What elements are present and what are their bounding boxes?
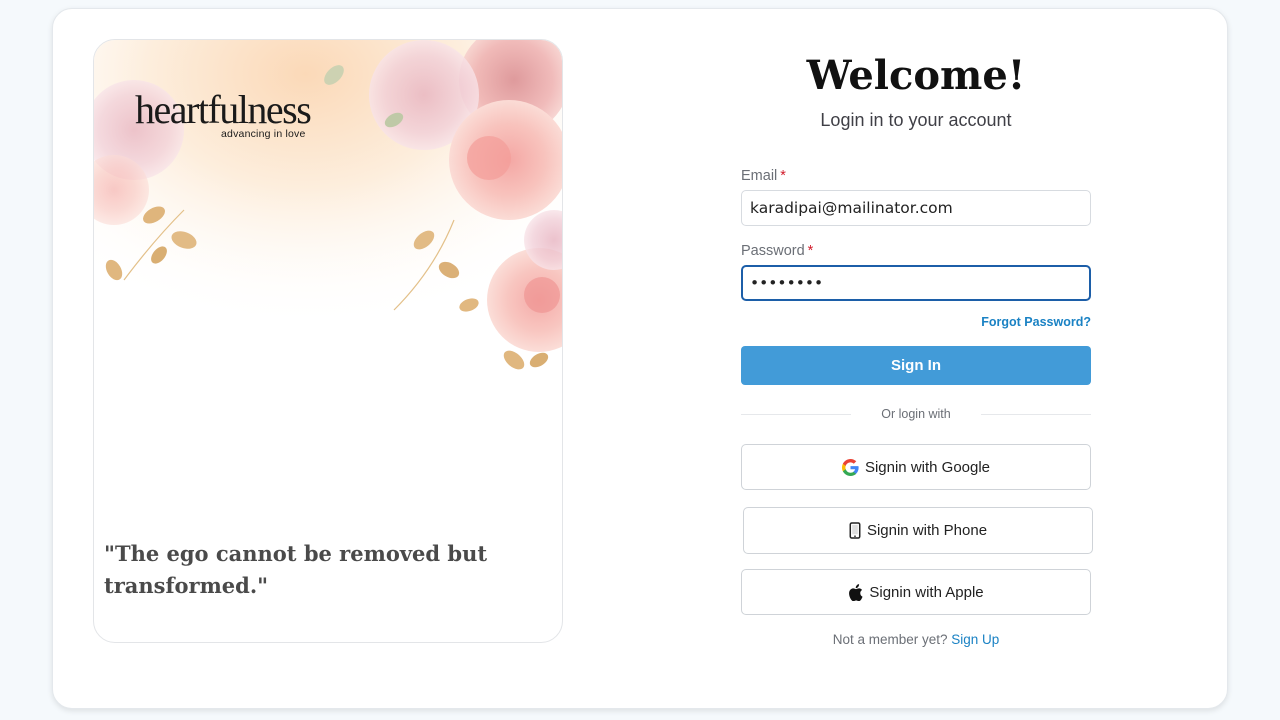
logo-wordmark: heartfulness (135, 87, 312, 132)
login-form: Welcome! Login in to your account Email *… (741, 49, 1093, 647)
apple-logo-icon (848, 583, 863, 601)
google-button-label: Signin with Google (864, 458, 991, 476)
password-label: Password * (741, 242, 1091, 260)
phone-button-label: Signin with Phone (866, 522, 988, 539)
password-field-group: Password * (741, 242, 1091, 301)
password-input[interactable] (741, 265, 1091, 301)
sign-up-link[interactable]: Sign Up (951, 632, 999, 647)
hero-panel: heartfulness advancing in love "The ego … (93, 39, 563, 643)
required-marker: * (807, 243, 814, 259)
signup-prompt-text: Not a member yet? (832, 632, 948, 647)
page-subtitle: Login in to your account (820, 110, 1012, 130)
password-label-text: Password (741, 243, 805, 259)
apple-button-label: Signin with Apple (869, 583, 984, 601)
email-field-group: Email * (741, 167, 1091, 226)
signin-google-button[interactable]: Signin with Google (741, 444, 1091, 490)
heartfulness-logo: heartfulness advancing in love (135, 87, 325, 141)
or-login-divider: Or login with (741, 406, 1091, 422)
page-title: Welcome! (806, 52, 1026, 99)
signin-apple-button[interactable]: Signin with Apple (741, 569, 1091, 615)
divider-line-right (981, 414, 1091, 415)
inspirational-quote: "The ego cannot be removed but transform… (104, 541, 488, 598)
email-input[interactable] (741, 190, 1091, 226)
logo-tagline: advancing in love (221, 128, 306, 140)
sign-in-button[interactable]: Sign In (741, 346, 1091, 385)
mobile-phone-icon (849, 522, 861, 539)
email-label: Email * (741, 167, 1091, 185)
login-card: heartfulness advancing in love "The ego … (52, 8, 1228, 709)
required-marker: * (780, 168, 786, 184)
forgot-password-link[interactable]: Forgot Password? (981, 315, 1091, 329)
google-g-icon (841, 458, 859, 476)
signup-prompt: Not a member yet? Sign Up (741, 632, 1091, 647)
email-label-text: Email (741, 168, 778, 184)
signin-phone-button[interactable]: Signin with Phone (743, 507, 1093, 554)
